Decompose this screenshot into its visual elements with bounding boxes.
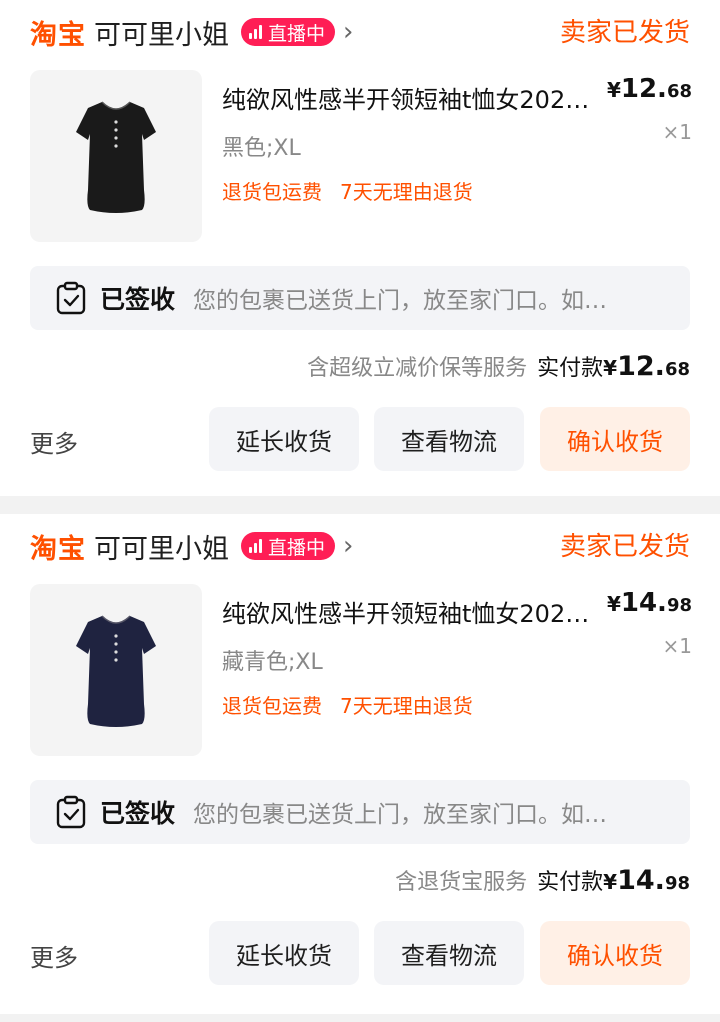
chevron-right-icon[interactable]: › [343, 533, 353, 559]
unit-price: ¥14.98 [606, 588, 692, 618]
chevron-right-icon[interactable]: › [343, 19, 353, 45]
product-image[interactable] [30, 584, 202, 756]
paid-label: 实付款 [537, 870, 604, 895]
order-card: 淘宝 可可里小姐 直播中 › 卖家已发货 纯欲风性感半开领短袖t恤女202… 藏… [0, 514, 720, 1014]
live-signal-icon [249, 539, 264, 553]
service-tag: 退货包运费 [222, 694, 322, 718]
payment-row: 含超级立减价保等服务 实付款 ¥12.68 [307, 350, 690, 382]
confirm-receipt-button[interactable]: 确认收货 [540, 407, 690, 471]
more-button[interactable]: 更多 [30, 938, 78, 973]
store-header[interactable]: 淘宝 可可里小姐 直播中 › [30, 524, 353, 568]
paid-amount: ¥12.68 [603, 351, 690, 382]
order-status: 卖家已发货 [559, 18, 690, 48]
order-status: 卖家已发货 [559, 532, 690, 562]
service-tags: 退货包运费 7天无理由退货 [222, 690, 491, 719]
tshirt-image [76, 101, 156, 213]
quantity: ×1 [662, 120, 692, 144]
confirm-receipt-button[interactable]: 确认收货 [540, 921, 690, 985]
product-sku: 藏青色;XL [222, 650, 323, 675]
live-badge-label: 直播中 [268, 536, 326, 559]
order-card: 淘宝 可可里小姐 直播中 › 卖家已发货 纯欲风性感半开领短袖t恤女202… 黑… [0, 0, 720, 496]
product-image[interactable] [30, 70, 202, 242]
logistics-bar[interactable]: 已签收 您的包裹已送货上门，放至家门口。如… [30, 266, 690, 330]
quantity: ×1 [662, 634, 692, 658]
taobao-logo: 淘宝 [30, 19, 86, 51]
tshirt-image [76, 615, 156, 727]
view-logistics-button[interactable]: 查看物流 [374, 921, 524, 985]
service-note[interactable]: 含退货宝服务 [395, 864, 527, 896]
product-title[interactable]: 纯欲风性感半开领短袖t恤女202… [222, 594, 612, 629]
store-name[interactable]: 可可里小姐 [94, 527, 229, 566]
live-badge-label: 直播中 [268, 22, 326, 45]
unit-price: ¥12.68 [606, 74, 692, 104]
store-header[interactable]: 淘宝 可可里小姐 直播中 › [30, 10, 353, 54]
service-tag: 7天无理由退货 [340, 694, 473, 718]
logistics-bar[interactable]: 已签收 您的包裹已送货上门，放至家门口。如… [30, 780, 690, 844]
paid-label: 实付款 [537, 356, 604, 381]
taobao-logo: 淘宝 [30, 533, 86, 565]
logistics-detail: 您的包裹已送货上门，放至家门口。如… [193, 288, 608, 314]
more-button[interactable]: 更多 [30, 424, 78, 459]
payment-row: 含退货宝服务 实付款 ¥14.98 [395, 864, 690, 896]
live-signal-icon [249, 25, 264, 39]
extend-receipt-button[interactable]: 延长收货 [209, 407, 359, 471]
extend-receipt-button[interactable]: 延长收货 [209, 921, 359, 985]
live-badge[interactable]: 直播中 [241, 18, 336, 46]
service-note[interactable]: 含超级立减价保等服务 [307, 350, 527, 382]
product-title[interactable]: 纯欲风性感半开领短袖t恤女202… [222, 80, 612, 115]
clipboard-check-icon [56, 281, 86, 315]
product-sku: 黑色;XL [222, 136, 301, 161]
store-name[interactable]: 可可里小姐 [94, 13, 229, 52]
view-logistics-button[interactable]: 查看物流 [374, 407, 524, 471]
logistics-status: 已签收 [100, 285, 176, 314]
logistics-status: 已签收 [100, 799, 176, 828]
service-tags: 退货包运费 7天无理由退货 [222, 176, 491, 205]
live-badge[interactable]: 直播中 [241, 532, 336, 560]
service-tag: 退货包运费 [222, 180, 322, 204]
paid-amount: ¥14.98 [603, 865, 690, 896]
logistics-detail: 您的包裹已送货上门，放至家门口。如… [193, 802, 608, 828]
clipboard-check-icon [56, 795, 86, 829]
service-tag: 7天无理由退货 [340, 180, 473, 204]
